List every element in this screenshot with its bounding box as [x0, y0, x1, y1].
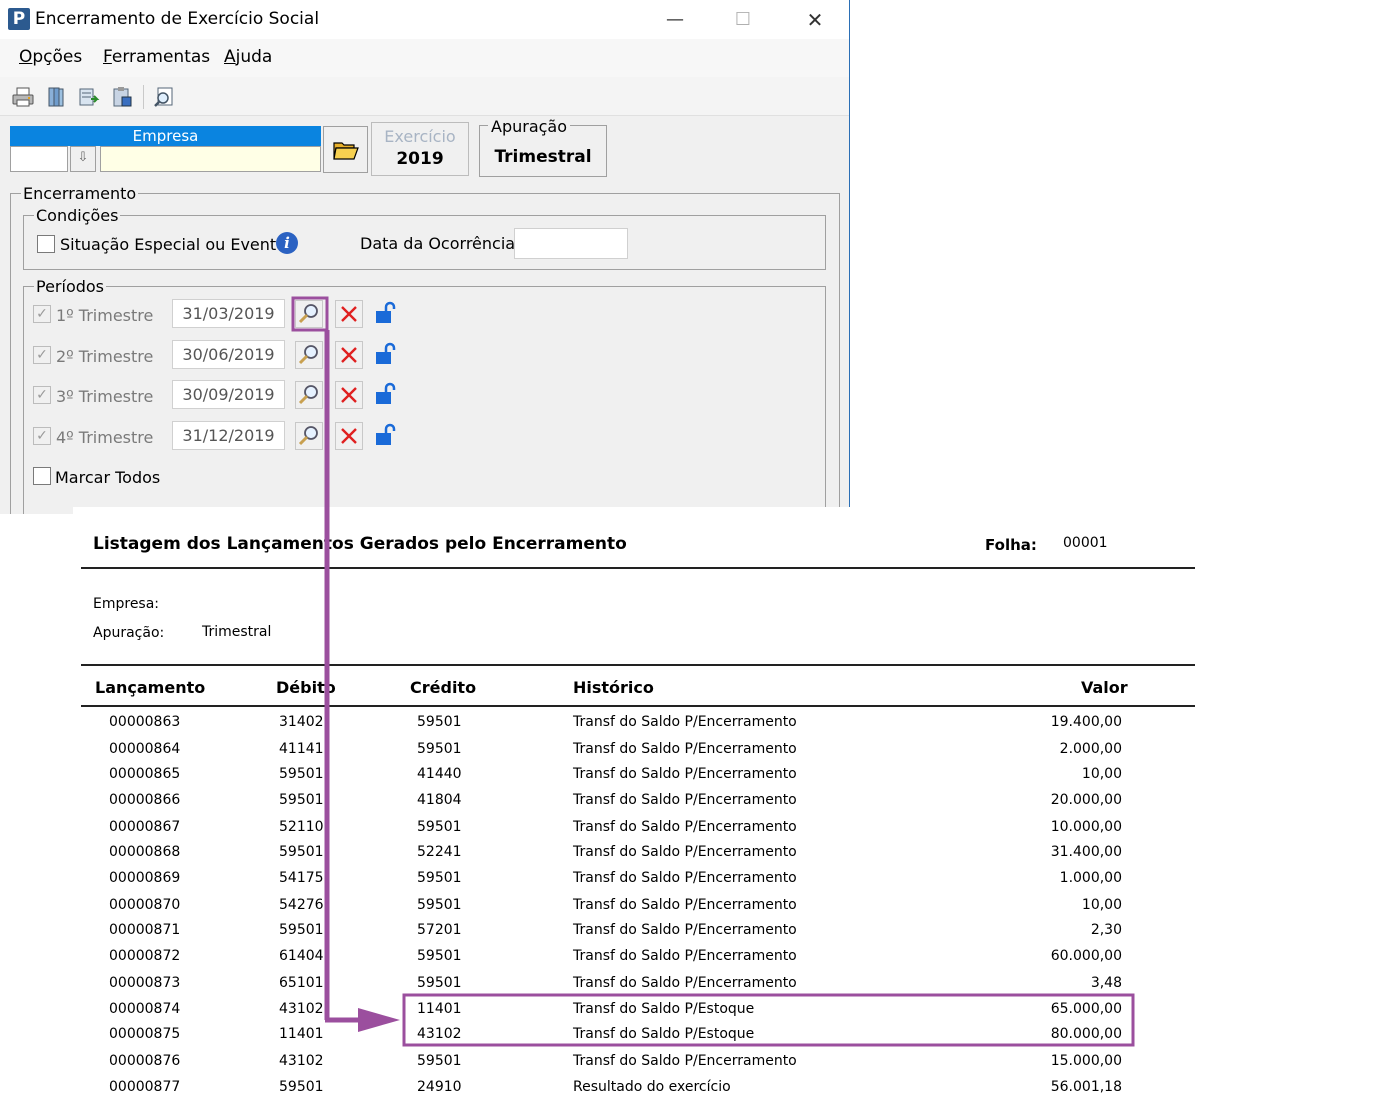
arrow-head-icon — [358, 1008, 400, 1032]
highlight-estoque-rows-box — [402, 993, 1135, 1047]
annotation-overlay — [291, 296, 1135, 1047]
highlight-view-button-box — [291, 296, 329, 332]
